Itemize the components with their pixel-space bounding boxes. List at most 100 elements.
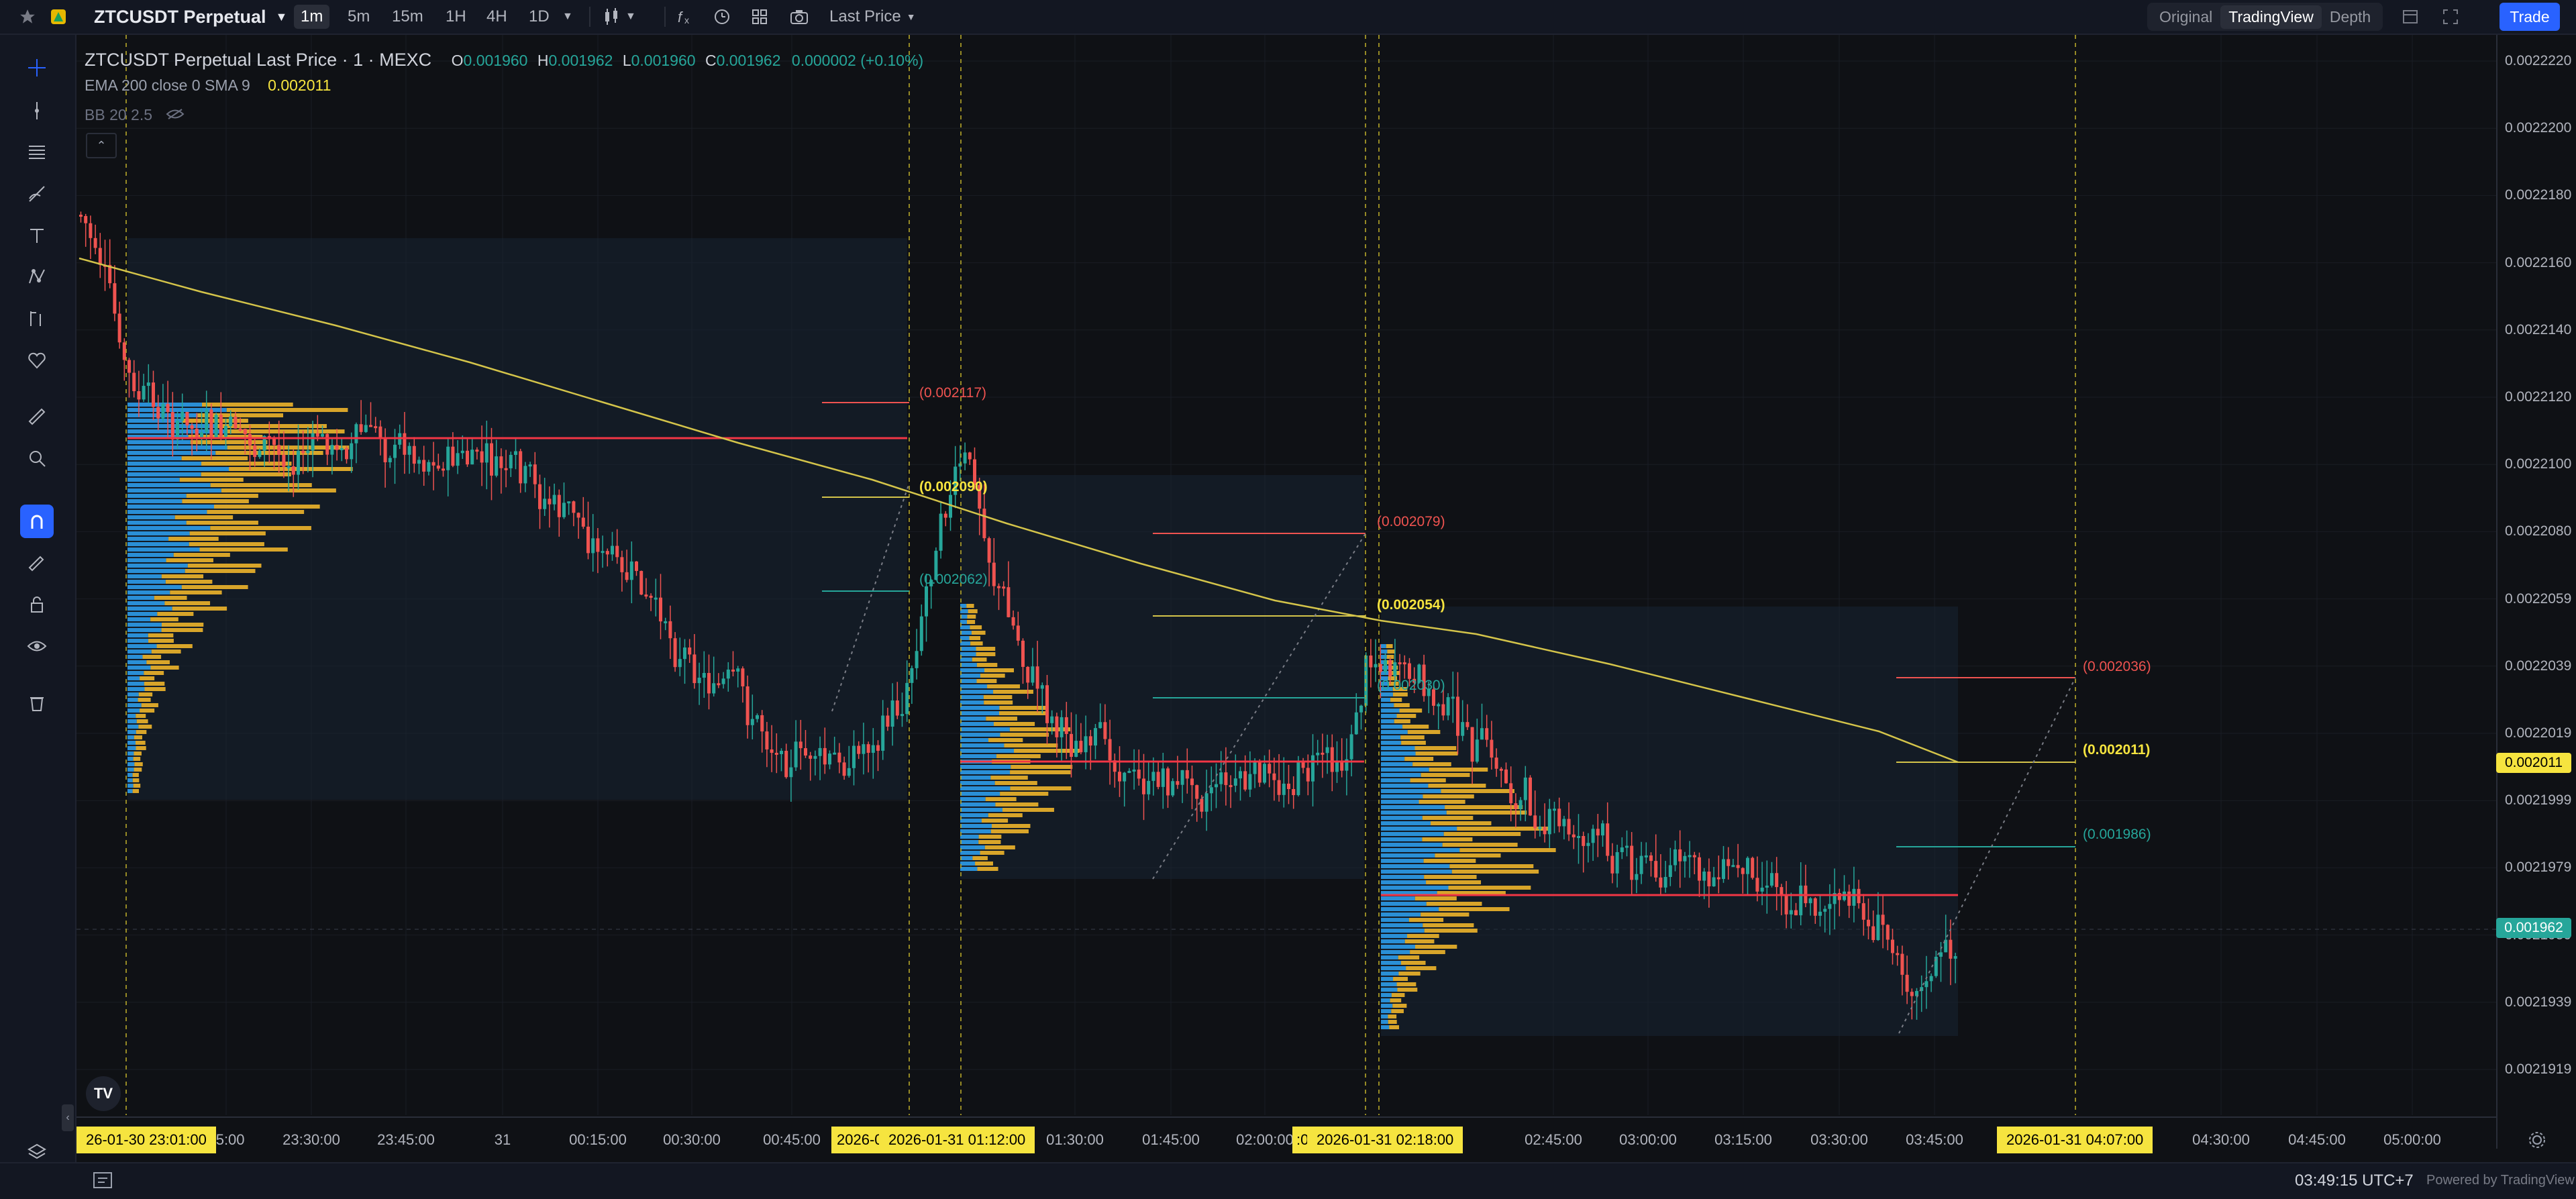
magnet-icon[interactable] [20, 505, 54, 538]
volume-profile-bar [960, 636, 970, 640]
collapse-legend-icon[interactable]: ⌃ [86, 133, 117, 158]
fib-icon[interactable] [20, 136, 54, 169]
volume-profile-bar [1004, 743, 1058, 747]
volume-profile-bar [148, 639, 174, 643]
volume-profile-bar [1381, 746, 1415, 750]
view-original[interactable]: Original [2151, 5, 2220, 29]
volume-profile-bar [201, 403, 293, 407]
candle-body [1166, 768, 1170, 796]
price-source-dropdown[interactable]: Last Price ▼ [829, 0, 916, 34]
timeframe-15m[interactable]: 15m [392, 0, 423, 34]
utc-clock[interactable]: 03:49:15 UTC+7 [2295, 1171, 2414, 1190]
trade-button[interactable]: Trade [2500, 3, 2560, 31]
volume-profile-bar [1000, 733, 1049, 737]
volume-profile-bar [127, 741, 136, 745]
candle-body [446, 446, 450, 470]
timeframe-1m[interactable]: 1m [294, 0, 330, 34]
settings-gear-icon[interactable] [2527, 1130, 2547, 1153]
time-axis[interactable]: 15:00 23:30:00 23:45:00 31 00:15:00 00:30:00 0… [76, 1116, 2545, 1163]
symbol-selector[interactable]: ZTCUSDT Perpetual ▼ [94, 0, 287, 34]
forecast-icon[interactable] [20, 302, 54, 335]
volume-profile-bar [1448, 886, 1531, 890]
time-cursor-tag: 2026-01-31 04:07:00 [1997, 1127, 2153, 1153]
pattern-icon[interactable] [20, 260, 54, 294]
candle-body [1349, 734, 1353, 760]
powered-by-brand[interactable]: Powered by TradingView [2426, 1173, 2575, 1188]
favorite-star-icon[interactable] [19, 0, 36, 34]
candle-body [548, 499, 552, 505]
candle-body [1171, 781, 1175, 796]
candle-body [809, 755, 813, 759]
volume-profile-bar [980, 674, 1005, 678]
candle-body [823, 747, 827, 765]
volume-profile-bar [1422, 816, 1474, 820]
screener-icon[interactable] [91, 1170, 114, 1194]
volume-profile-bar [960, 625, 970, 629]
eye-icon[interactable] [20, 629, 54, 663]
view-depth[interactable]: Depth [2322, 5, 2379, 29]
time-tick-label: 00:30:00 [663, 1131, 721, 1148]
candle-body [678, 659, 682, 668]
collapse-toolbar-icon[interactable]: ‹ [62, 1104, 74, 1131]
trendline-icon[interactable] [20, 94, 54, 127]
alert-clock-icon[interactable] [713, 0, 731, 34]
candle-body [1359, 705, 1363, 713]
indicators-icon[interactable]: fx [675, 0, 694, 34]
chart-pane[interactable] [76, 35, 2496, 1115]
trash-icon[interactable] [20, 686, 54, 719]
candle-body [1533, 815, 1537, 829]
tradingview-logo-icon[interactable]: TV [86, 1076, 121, 1111]
ruler-icon[interactable] [20, 400, 54, 433]
text-icon[interactable] [20, 219, 54, 252]
volume-profile-bar [1431, 821, 1492, 825]
price-tick-label: 0.0022059 [2505, 590, 2572, 607]
candle-body [1461, 722, 1465, 736]
volume-profile-bar [976, 679, 997, 683]
volume-profile-bar [1381, 880, 1427, 884]
candle-body [1176, 781, 1180, 785]
candle-body [1441, 704, 1445, 716]
volume-profile-bar [960, 867, 978, 871]
timeframe-1h[interactable]: 1H [446, 0, 466, 34]
candle-body [1688, 855, 1692, 857]
fullscreen-icon[interactable] [2441, 0, 2460, 34]
candle-body [1929, 976, 1933, 982]
volume-profile-bar [1439, 907, 1510, 911]
chart-canvas[interactable] [76, 35, 2496, 1115]
volume-profile-bar [960, 647, 976, 651]
layout-grid-icon[interactable] [750, 0, 769, 34]
zoom-icon[interactable] [20, 441, 54, 475]
candle-body [1031, 666, 1035, 683]
volume-profile-bar [1381, 982, 1397, 986]
volume-profile-bar [1424, 929, 1478, 933]
view-tradingview[interactable]: TradingView [2220, 5, 2322, 29]
timeframe-dropdown-icon[interactable]: ▼ [562, 0, 573, 34]
volume-profile-bar [127, 649, 152, 654]
indicator-bb[interactable]: BB 20 2.5 [85, 106, 185, 124]
hidden-eye-icon[interactable] [166, 106, 185, 123]
volume-profile-bar [127, 666, 151, 670]
volume-profile-bar [141, 703, 158, 707]
crosshair-icon[interactable] [20, 51, 54, 85]
camera-icon[interactable] [789, 0, 809, 34]
timeframe-4h[interactable]: 4H [486, 0, 507, 34]
candle-body [1243, 771, 1247, 790]
draw-lock-icon[interactable] [20, 546, 54, 580]
chart-type-candles-icon[interactable]: ▼ [601, 0, 636, 34]
candle-body [533, 464, 537, 484]
timeframe-1d[interactable]: 1D [529, 0, 550, 34]
candle-body [258, 450, 262, 458]
price-tick-label: 0.0021939 [2505, 994, 2572, 1010]
layout-panel-icon[interactable] [2401, 0, 2420, 34]
candle-body [1388, 660, 1392, 677]
brush-icon[interactable] [20, 177, 54, 211]
indicator-ema[interactable]: EMA 200 close 0 SMA 9 0.002011 [85, 76, 331, 95]
volume-profile-bar [1381, 945, 1415, 949]
candle-body [688, 647, 692, 655]
candle-body [770, 749, 774, 753]
timeframe-5m[interactable]: 5m [348, 0, 370, 34]
lock-icon[interactable] [20, 588, 54, 621]
heart-icon[interactable] [20, 344, 54, 377]
volume-profile-bar [127, 633, 148, 637]
volume-profile-bar [1412, 762, 1451, 766]
